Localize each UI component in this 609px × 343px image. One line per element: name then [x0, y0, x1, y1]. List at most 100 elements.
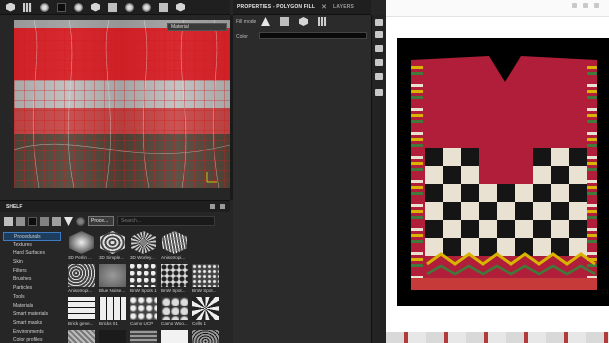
delete-icon[interactable]	[40, 216, 49, 226]
resource-thumbnail	[130, 297, 157, 320]
shelf-resource-tile[interactable]: BnW Spot...	[192, 264, 219, 294]
shelf-category[interactable]: Smart masks	[3, 319, 61, 328]
color-swatch[interactable]	[259, 32, 367, 39]
mesh-fill-icon[interactable]	[299, 17, 308, 26]
shelf-category[interactable]: Environments	[3, 328, 61, 337]
properties-panel: Fill mode Color	[233, 15, 371, 343]
close-icon[interactable]	[220, 204, 225, 209]
stripe-band	[411, 210, 423, 213]
circle-icon[interactable]	[142, 2, 151, 12]
resource-thumbnail	[192, 231, 219, 254]
shelf-category[interactable]: Particles	[3, 284, 61, 293]
shelf-resource-tile[interactable]: Anisotropi...	[68, 264, 95, 294]
database-icon[interactable]	[28, 216, 37, 226]
shelf-category[interactable]: Procedurals	[3, 232, 61, 241]
close-icon[interactable]: ✕	[321, 3, 327, 11]
history-icon[interactable]	[375, 89, 383, 96]
shelf-resource-tile[interactable]	[68, 330, 95, 343]
undock-icon[interactable]	[210, 204, 215, 209]
shelf-resource-tile[interactable]	[192, 231, 219, 261]
shelf-category[interactable]: Hard Surfaces	[3, 249, 61, 258]
stripe-band	[587, 264, 597, 267]
shelf-category[interactable]: Skin	[3, 258, 61, 267]
chevron-icon[interactable]	[159, 2, 168, 12]
stripe-band	[587, 72, 597, 75]
shelf-category[interactable]: Color profiles	[3, 336, 61, 343]
shelf-resource-tile[interactable]: Bricks 01	[99, 297, 126, 327]
stripe-band	[411, 234, 423, 237]
shelf-category[interactable]: Filters	[3, 267, 61, 276]
material-ball-icon[interactable]	[40, 2, 49, 12]
checker-cell	[533, 238, 551, 256]
shelf-resource-tile[interactable]: 3D Worley...	[130, 231, 157, 261]
shelf-resource-tile[interactable]: Camo UCP	[130, 297, 157, 327]
right-icon-column	[371, 15, 386, 343]
toolbar-button-icon[interactable]	[594, 3, 599, 8]
new-folder-icon[interactable]	[16, 216, 25, 226]
filter-icon[interactable]	[64, 217, 73, 226]
shelf-resource-tile[interactable]: Blue Noise...	[99, 264, 126, 294]
shelf-panel: SHELF Proce... ProceduralsTexturesHard S…	[0, 200, 230, 343]
shelf-category[interactable]: Brushes	[3, 275, 61, 284]
bottom-thumbnail-strip[interactable]	[386, 332, 609, 343]
resource-label: Anisotropi...	[68, 288, 93, 293]
shelf-resource-tile[interactable]: 3D Perlin ...	[68, 231, 95, 261]
stripe-band	[411, 174, 423, 177]
shelf-resource-tile[interactable]: Cells 1	[192, 297, 219, 327]
shelf-resource-tile[interactable]	[130, 330, 157, 343]
shelf-header: SHELF	[0, 201, 230, 212]
toolbar-button-icon[interactable]	[583, 3, 588, 8]
uv-texture-view[interactable]	[14, 20, 230, 188]
shelf-resource-tile[interactable]: Camo Woo...	[161, 297, 188, 327]
tag-icon[interactable]	[76, 216, 85, 226]
grid-icon[interactable]	[23, 2, 32, 12]
shelf-resource-tile[interactable]	[161, 330, 188, 343]
shelf-category[interactable]: Smart materials	[3, 310, 61, 319]
stripe-band	[411, 90, 423, 93]
material-dropdown[interactable]: Material	[167, 23, 227, 31]
cube-icon[interactable]	[91, 2, 100, 12]
shelf-resource-tile[interactable]: BnW Spots 1	[130, 264, 157, 294]
display-settings-icon[interactable]	[375, 45, 383, 52]
checker-cell	[425, 184, 443, 202]
layers-icon[interactable]	[375, 19, 383, 26]
dark-square-icon[interactable]	[57, 2, 66, 12]
stripe-band	[411, 108, 423, 111]
checker-cell	[569, 238, 587, 256]
cube-icon[interactable]	[6, 2, 15, 12]
shelf-resource-tile[interactable]	[192, 330, 219, 343]
checker-cell	[479, 238, 497, 256]
filter-chip-procedurals[interactable]: Proce...	[88, 216, 114, 226]
bake-icon[interactable]	[375, 73, 383, 80]
shelf-categories: Procedurals Textures Hard Surfaces Skin Filt…	[3, 232, 61, 343]
stripe-band	[587, 126, 597, 129]
texture-set-icon[interactable]	[375, 31, 383, 38]
polygon-fill-icon[interactable]	[280, 17, 289, 26]
stripe-band	[587, 216, 597, 219]
stripe-band	[587, 222, 597, 225]
tab-layers[interactable]: LAYERS	[333, 4, 354, 10]
shader-settings-icon[interactable]	[375, 59, 383, 66]
ball-icon[interactable]	[74, 2, 83, 12]
uv-fill-icon[interactable]	[318, 17, 327, 26]
stripe-band	[411, 252, 423, 255]
import-icon[interactable]	[52, 216, 61, 226]
toolbar-button-icon[interactable]	[572, 3, 577, 8]
folder-icon[interactable]	[4, 216, 13, 226]
triangle-fill-icon[interactable]	[261, 17, 270, 26]
shelf-resource-tile[interactable]: Screenshot	[99, 330, 126, 343]
shelf-resource-tile[interactable]: BnW Spot...	[161, 264, 188, 294]
shelf-resource-tile[interactable]: Anisotropi...	[161, 231, 188, 261]
3d-viewport[interactable]: Material	[14, 20, 230, 188]
shelf-category[interactable]: Materials	[3, 302, 61, 311]
camera-icon[interactable]	[108, 2, 117, 12]
stripe-band	[587, 108, 597, 111]
shelf-resource-tile[interactable]: 3D Simple...	[99, 231, 126, 261]
shelf-resource-tile[interactable]: Brick gene...	[68, 297, 95, 327]
cube-icon[interactable]	[176, 2, 185, 12]
shelf-category[interactable]: Textures	[3, 241, 61, 250]
tab-properties[interactable]: PROPERTIES - POLYGON FILL	[237, 4, 315, 10]
drop-icon[interactable]	[125, 2, 134, 12]
shelf-category[interactable]: Tools	[3, 293, 61, 302]
shelf-search-input[interactable]	[117, 216, 215, 226]
